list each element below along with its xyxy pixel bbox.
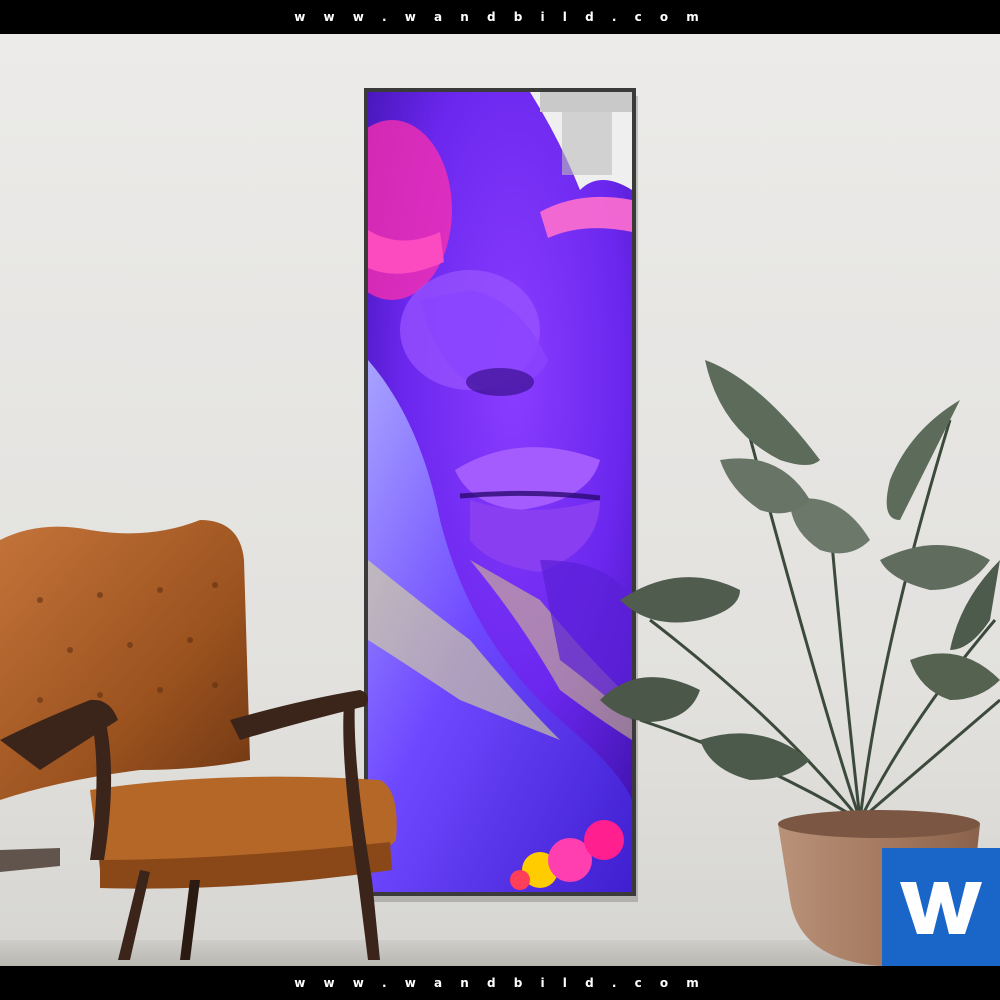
product-photo: w w w . w a n d b i l d . c o m w w w . … [0, 0, 1000, 1000]
room-scene [0, 34, 1000, 966]
top-watermark-bar: w w w . w a n d b i l d . c o m [0, 0, 1000, 34]
brand-logo-badge [882, 848, 1000, 966]
bottom-watermark-bar: w w w . w a n d b i l d . c o m [0, 966, 1000, 1000]
logo-w-icon [900, 882, 982, 934]
site-url-bottom: w w w . w a n d b i l d . c o m [294, 976, 706, 990]
site-url-top: w w w . w a n d b i l d . c o m [294, 10, 706, 24]
artwork-canvas [368, 92, 632, 892]
